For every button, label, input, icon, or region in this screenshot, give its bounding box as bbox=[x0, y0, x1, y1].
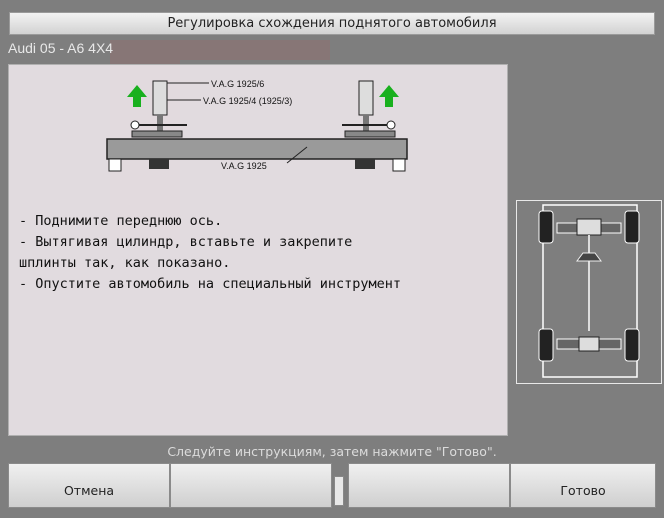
empty-button[interactable] bbox=[348, 463, 510, 508]
status-message: Следуйте инструкциям, затем нажмите "Гот… bbox=[167, 444, 497, 459]
instruction-line: - Поднимите переднюю ось. bbox=[19, 213, 223, 229]
toolbar-scroll-handle[interactable] bbox=[334, 476, 344, 506]
cancel-button[interactable]: Отмена bbox=[8, 463, 170, 508]
instruction-line: шплинты так, как показано. bbox=[19, 255, 231, 271]
window-title-bar: Регулировка схождения поднятого автомоби… bbox=[9, 12, 655, 35]
footer-toolbar: Отмена Готово bbox=[0, 463, 664, 508]
window-title: Регулировка схождения поднятого автомоби… bbox=[167, 16, 497, 31]
wheel-icon bbox=[624, 328, 640, 362]
wheel-icon bbox=[538, 328, 554, 362]
wheel-icon bbox=[624, 210, 640, 244]
empty-button[interactable] bbox=[170, 463, 332, 508]
beam-end-right bbox=[392, 158, 406, 172]
cylinder-right bbox=[358, 80, 374, 116]
instruction-line: - Вытягивая цилиндр, вставьте и закрепит… bbox=[19, 234, 353, 250]
axle-tool-diagram: V.A.G 1925/6 V.A.G 1925/4 (1925/3) V.A.G… bbox=[106, 79, 408, 172]
instruction-panel: V.A.G 1925/6 V.A.G 1925/4 (1925/3) V.A.G… bbox=[8, 64, 508, 436]
wheel-icon bbox=[538, 210, 554, 244]
tool-label-2: V.A.G 1925/4 (1925/3) bbox=[203, 96, 292, 106]
up-arrow-icon bbox=[127, 85, 147, 107]
instruction-list: - Поднимите переднюю ось. - Вытягивая ци… bbox=[19, 211, 499, 295]
cylinder-left bbox=[152, 80, 168, 116]
foot-left bbox=[149, 159, 169, 169]
vehicle-schematic-panel bbox=[516, 200, 662, 384]
up-arrow-icon bbox=[379, 85, 399, 107]
tool-label-3: V.A.G 1925 bbox=[221, 161, 267, 171]
tool-label-1: V.A.G 1925/6 bbox=[211, 79, 264, 89]
vehicle-label: Audi 05 - A6 4X4 bbox=[8, 40, 114, 56]
beam-end-left bbox=[108, 158, 122, 172]
foot-right bbox=[355, 159, 375, 169]
axle-beam bbox=[106, 138, 408, 160]
instruction-line: - Опустите автомобиль на специальный инс… bbox=[19, 276, 402, 292]
vehicle-schematic bbox=[538, 204, 640, 378]
done-button[interactable]: Готово bbox=[510, 463, 656, 508]
